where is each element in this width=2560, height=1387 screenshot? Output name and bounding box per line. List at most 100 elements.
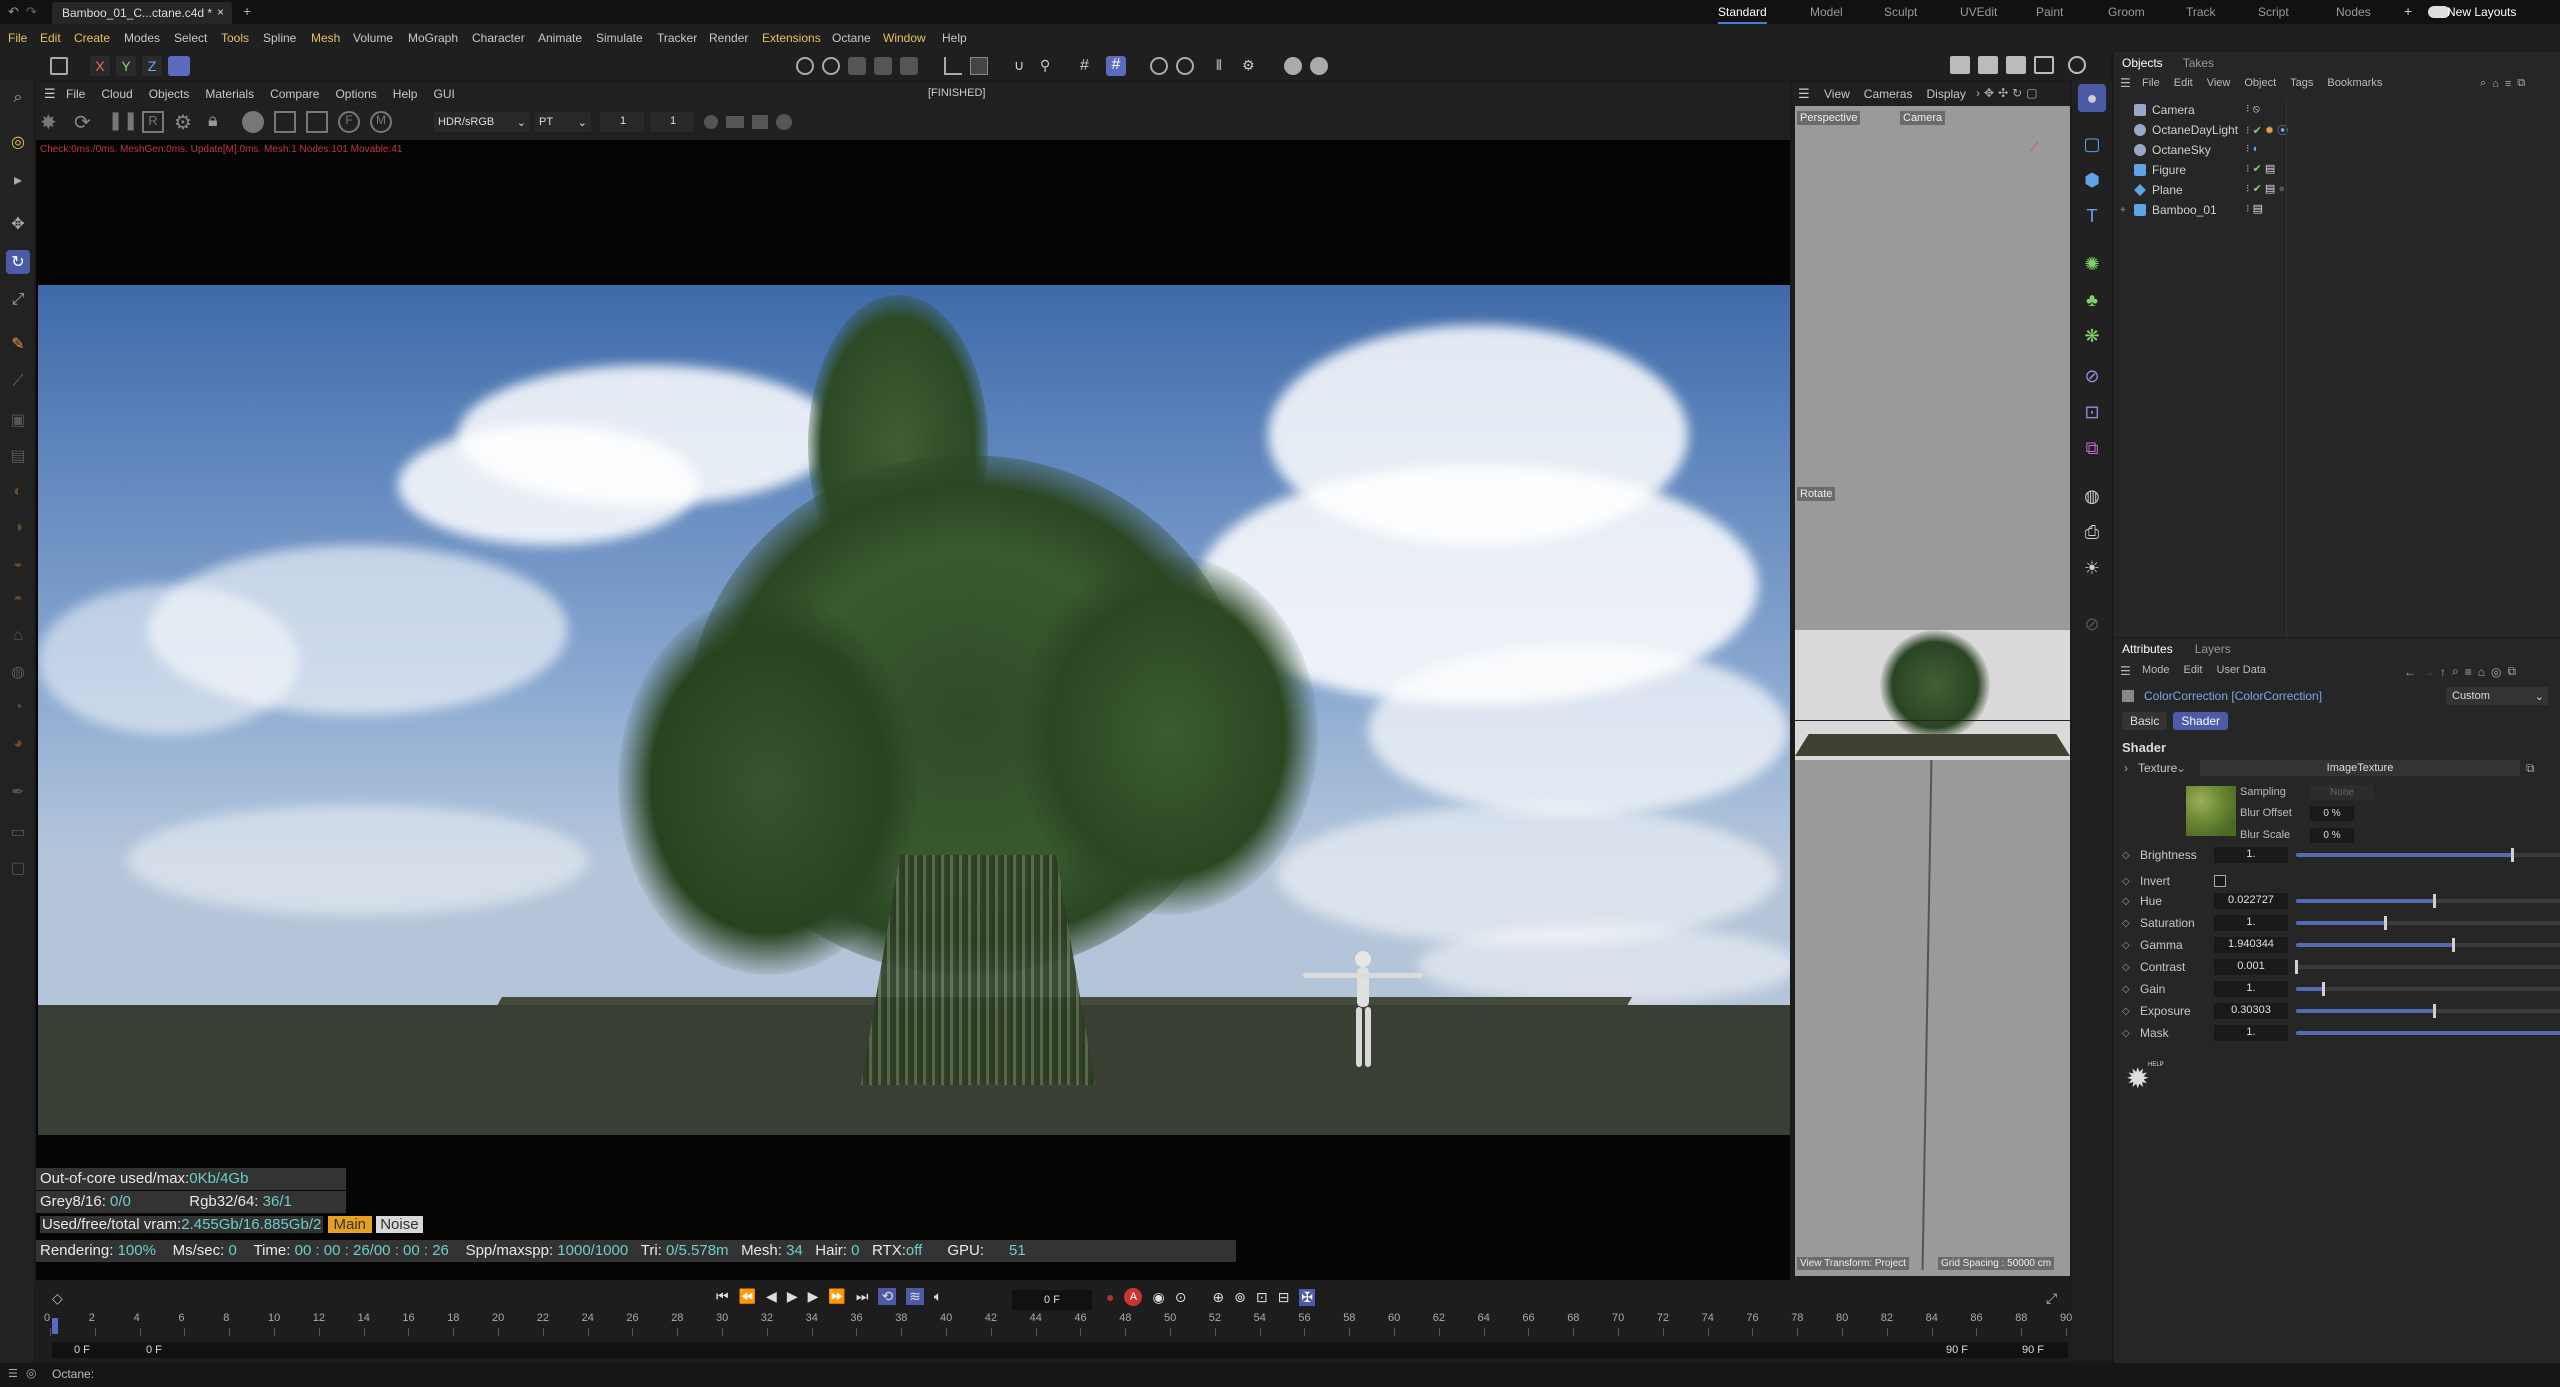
snapshot-icon[interactable]: ▢ [6,856,30,880]
axis-x-button[interactable]: X [90,56,110,76]
objects-hamburger-icon[interactable]: ☰ [2120,76,2131,90]
menu-tracker[interactable]: Tracker [657,31,697,45]
sky-tag-icon[interactable]: ◐ [2253,143,2260,155]
redo-icon[interactable]: ↷ [26,4,37,20]
snap-grid-icon[interactable]: # [1080,57,1098,75]
objects-menu-tags[interactable]: Tags [2290,77,2313,89]
close-tab-icon[interactable]: × [217,5,224,19]
deformer-icon[interactable]: ⊘ [2078,362,2106,390]
viewer-menu-options[interactable]: Options [335,87,376,101]
pause-render-icon[interactable]: ❚❚ [108,110,138,134]
text-icon[interactable]: T [2078,202,2106,230]
undo-icon[interactable]: ↶ [8,4,19,20]
settings-attr-icon[interactable]: ◎ [2491,665,2501,679]
generator-icon[interactable]: ✺ [2078,250,2106,278]
viewer-menu-compare[interactable]: Compare [270,87,319,101]
hue-slider-knob[interactable] [2432,894,2436,908]
gamma-slider-knob[interactable] [2451,938,2455,952]
attributes-menu-user-data[interactable]: User Data [2217,664,2267,676]
visibility-dots-icon[interactable]: ⁝ [2246,203,2250,215]
keyframe-diamond-icon[interactable]: ◇ [2122,1006,2140,1017]
menu-octane[interactable]: Octane [832,31,871,45]
exposure-slider-knob[interactable] [2432,1004,2436,1018]
objects-filter-icon[interactable]: ≡ [2505,78,2511,90]
move-view-icon[interactable]: ✣ [1998,86,2008,100]
octane-tag-icon[interactable]: ⦸ [2253,103,2260,115]
add-region-icon[interactable] [274,111,296,133]
viewer-field-1[interactable]: 1 [600,112,644,132]
camera-label[interactable]: Camera [1900,111,1946,125]
key-all-icon[interactable]: ⊙ [1175,1289,1187,1306]
contrast-slider-knob[interactable] [2295,960,2298,974]
layout-switch-icon[interactable] [50,57,68,75]
chevron-right-icon[interactable]: › [1976,86,1980,100]
menu-mesh[interactable]: Mesh [311,31,340,45]
menu-window[interactable]: Window [883,31,926,45]
perspective-label[interactable]: Perspective [1797,111,1861,125]
attributes-menu-edit[interactable]: Edit [2184,664,2203,676]
menu-modes[interactable]: Modes [124,31,160,45]
menu-select[interactable]: Select [174,31,207,45]
sculpt-icon[interactable]: ◓ [6,588,30,612]
magnet-icon[interactable]: ∪ [1014,57,1032,75]
settings-gear-icon[interactable]: ⚙ [1242,57,1260,75]
up-arrow-icon[interactable]: ↑ [2440,665,2446,679]
objects-menu-object[interactable]: Object [2244,77,2276,89]
polygons-mode-icon[interactable] [900,57,918,75]
octane-live-icon[interactable] [2068,56,2086,74]
tab-shader[interactable]: Shader [2173,712,2229,730]
bridge-icon[interactable]: ◑ [6,516,30,540]
contrast-slider[interactable] [2295,960,2560,974]
box-icon[interactable]: ▣ [6,408,30,432]
chevron-right-icon[interactable]: › [2124,761,2138,775]
effector-icon[interactable]: ❋ [2078,322,2106,350]
play-icon[interactable]: ▶ [787,1288,798,1305]
search-attr-icon[interactable]: ⌕ [2452,664,2459,679]
range-end-preview-field[interactable]: 90 F [1946,1344,1968,1356]
viewer-menu-cloud[interactable]: Cloud [101,87,132,101]
smooth-icon[interactable]: ◒ [6,552,30,576]
layout-tab-nodes[interactable]: Nodes [2336,0,2371,24]
scale-tool-icon[interactable]: ⤢ [6,288,30,312]
saturation-slider[interactable] [2296,916,2560,930]
expand-timeline-icon[interactable]: ⤢ [2046,1290,2057,1307]
sphere-grid-icon[interactable]: ◍ [2078,482,2106,510]
send-scene-icon[interactable]: ✸ [40,110,64,134]
tempo-icon[interactable]: ≋ [906,1288,924,1305]
focus-picker-icon[interactable]: F [338,111,360,133]
keyframe-diamond-icon[interactable]: ◇ [2122,876,2140,887]
lock-icon[interactable]: 🔒︎ [208,110,232,134]
menu-edit[interactable]: Edit [40,31,61,45]
menu-volume[interactable]: Volume [353,31,393,45]
forward-arrow-icon[interactable]: → [2422,665,2434,679]
keyframe-diamond-icon[interactable]: ◇ [2122,850,2140,861]
back-arrow-icon[interactable]: ← [2404,665,2416,679]
viewport-menu-display[interactable]: Display [1926,87,1965,101]
mask-slider[interactable] [2296,1031,2560,1035]
record-key-icon[interactable]: ● [1106,1289,1114,1305]
model-mode-icon[interactable] [796,57,814,75]
key-param-icon[interactable]: ⊟ [1278,1289,1290,1306]
object-row[interactable]: OctaneDayLight [2120,121,2238,139]
previous-frame-icon[interactable]: ◀ [766,1288,777,1305]
menu-simulate[interactable]: Simulate [596,31,643,45]
layout-tab-sculpt[interactable]: Sculpt [1884,0,1917,24]
kernel-select[interactable]: PT ⌄ [535,112,591,132]
region-render-icon[interactable]: R [142,111,164,133]
rotate-view-icon[interactable]: ↻ [2012,86,2022,100]
sound-icon[interactable]: 🔈︎ [934,1288,942,1305]
viewport-hamburger-icon[interactable]: ☰ [1798,86,1810,102]
exposure-slider[interactable] [2296,1004,2560,1018]
status-menu-icon[interactable]: ☰ [8,1367,18,1380]
viewer-menu-objects[interactable]: Objects [149,87,190,101]
document-tab[interactable]: Bamboo_01_C...ctane.c4d * × [52,2,232,24]
knife-icon[interactable]: ⟋ [6,370,30,394]
new-window-icon[interactable]: ⧉ [2507,664,2516,679]
menu-spline[interactable]: Spline [263,31,296,45]
record-icon[interactable] [776,114,792,130]
hue-slider[interactable] [2296,894,2560,908]
key-position-icon[interactable]: ⊕ [1212,1289,1224,1306]
menu-character[interactable]: Character [472,31,525,45]
layout-tab-model[interactable]: Model [1810,0,1843,24]
layout-tab-script[interactable]: Script [2258,0,2289,24]
